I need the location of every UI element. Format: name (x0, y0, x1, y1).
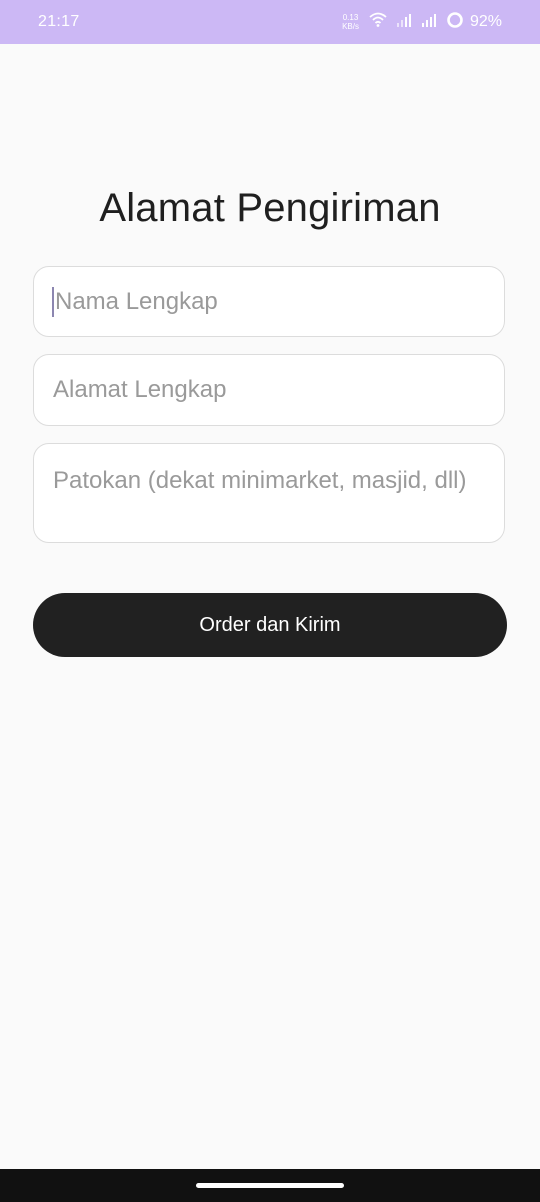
order-and-send-button[interactable]: Order dan Kirim (33, 593, 507, 657)
wifi-icon (369, 12, 387, 33)
page-title: Alamat Pengiriman (99, 186, 441, 230)
network-speed-unit: KB/s (342, 22, 359, 31)
network-speed-value: 0.13 (342, 13, 359, 22)
order-and-send-label: Order dan Kirim (199, 613, 341, 636)
status-time: 21:17 (38, 13, 80, 30)
status-icons: 0.13 KB/s 92% (342, 11, 502, 34)
home-indicator[interactable] (196, 1183, 344, 1188)
network-speed: 0.13 KB/s (342, 13, 359, 31)
full-name-field[interactable]: Nama Lengkap (33, 266, 505, 337)
battery-ring-icon (446, 11, 464, 34)
battery-percent: 92% (469, 13, 502, 30)
signal-icon (421, 13, 437, 32)
landmark-field[interactable]: Patokan (dekat minimarket, masjid, dll) (33, 443, 505, 543)
full-address-field[interactable]: Alamat Lengkap (33, 354, 505, 426)
text-cursor (52, 286, 54, 317)
full-address-placeholder: Alamat Lengkap (53, 376, 227, 403)
landmark-placeholder: Patokan (dekat minimarket, masjid, dll) (53, 467, 467, 494)
full-name-placeholder: Nama Lengkap (55, 287, 218, 315)
status-bar: 21:17 0.13 KB/s 92% (0, 0, 540, 44)
navigation-bar (0, 1169, 540, 1202)
signal-icon (396, 13, 412, 32)
